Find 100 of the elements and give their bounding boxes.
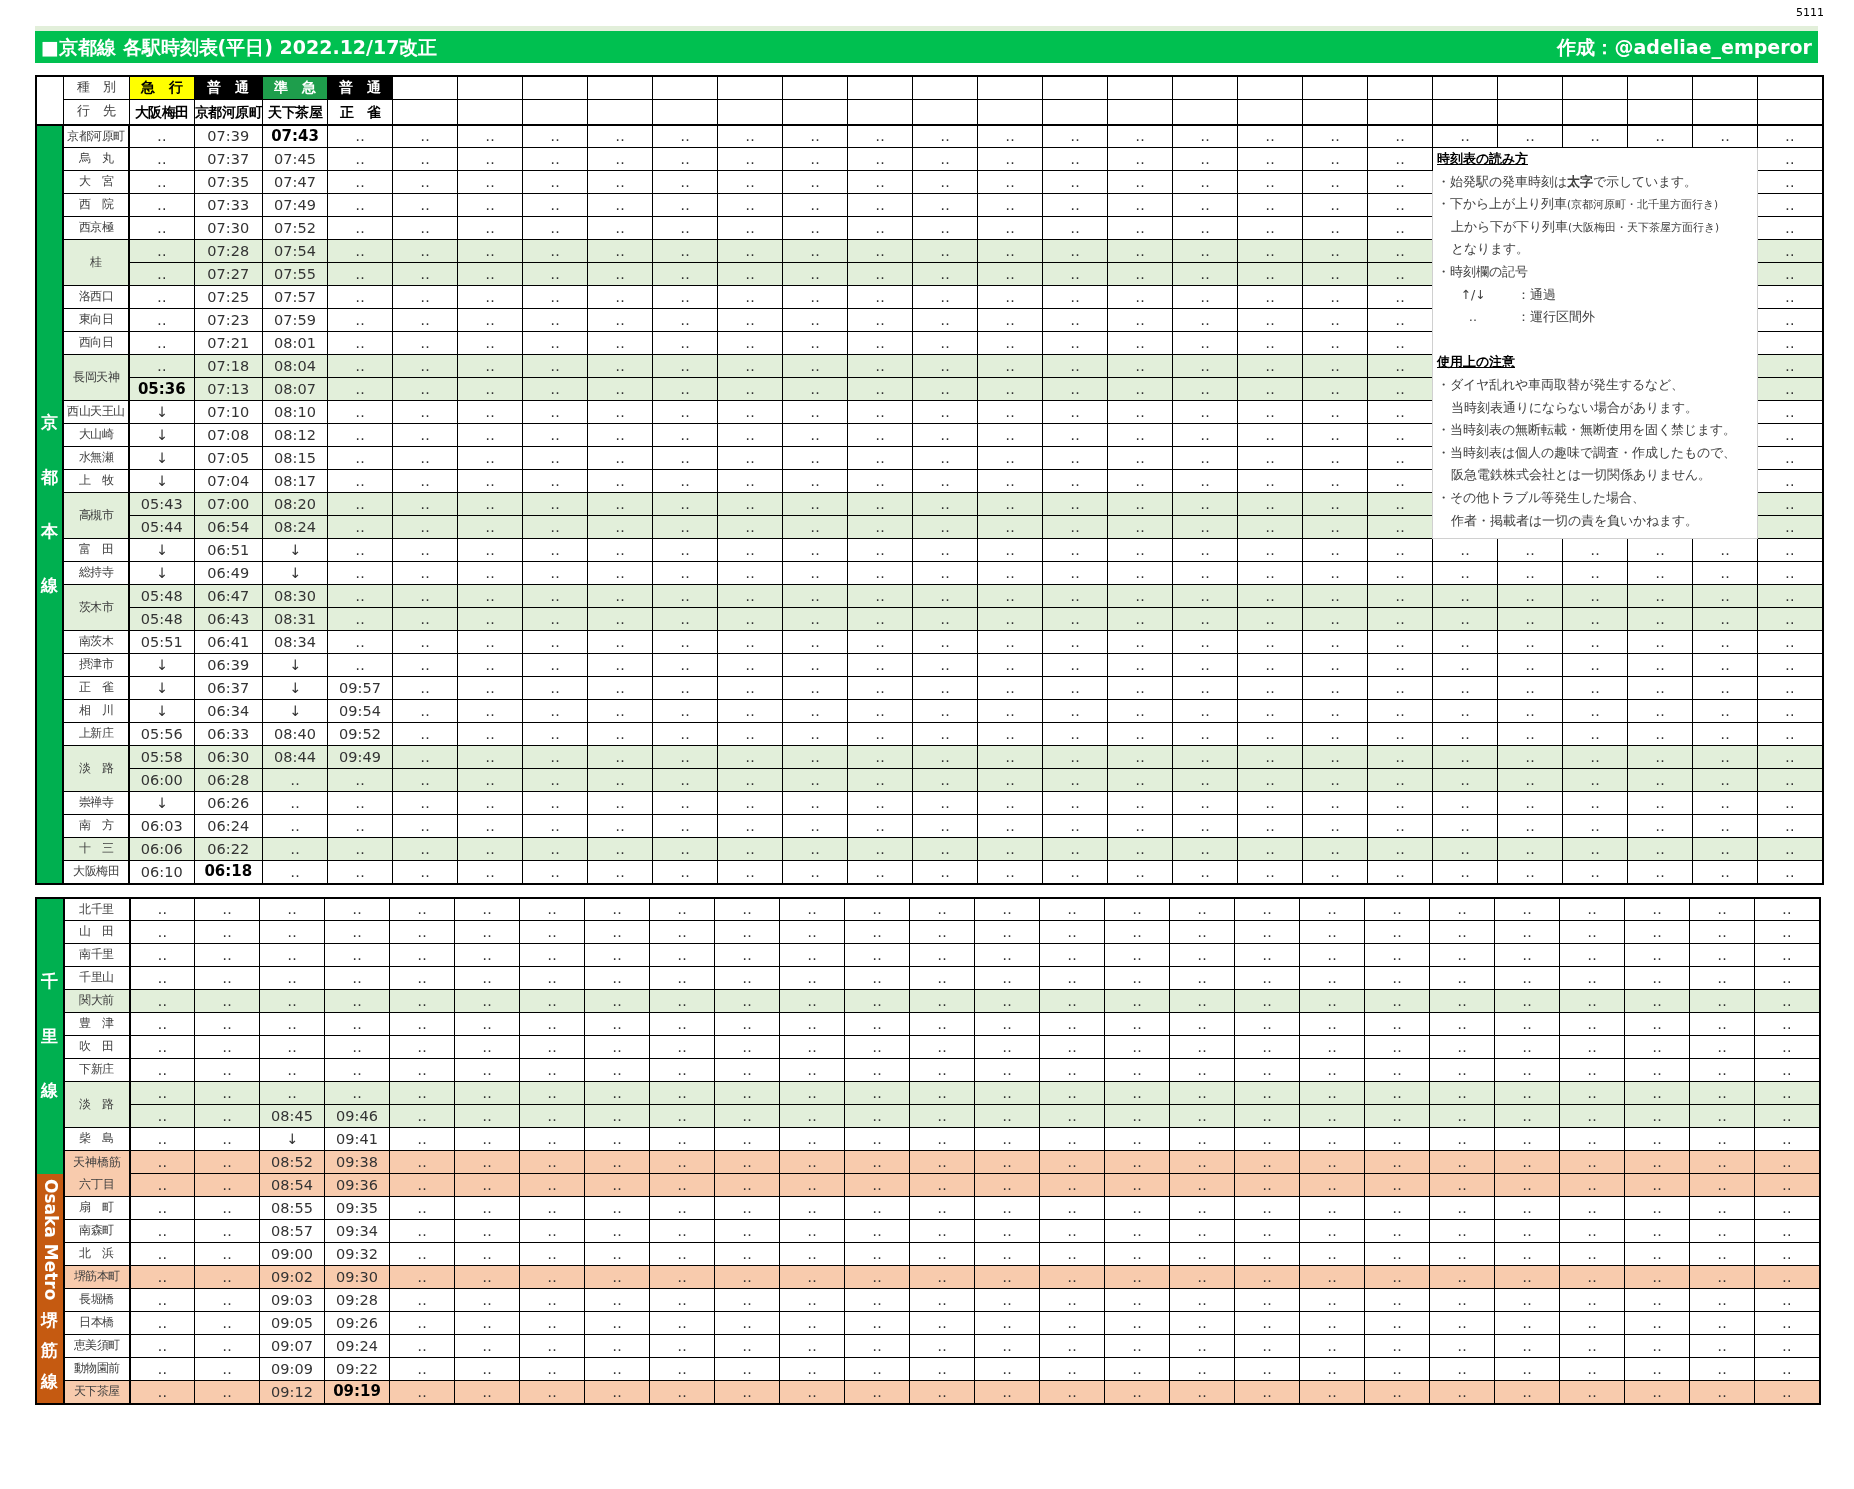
destination: 正 雀 xyxy=(339,103,381,120)
note-heading: 使用上の注意 xyxy=(1437,354,1515,370)
train-type: 普 通 xyxy=(194,76,263,99)
note-text: ・ダイヤ乱れや車両取替が発生するなど、 xyxy=(1437,376,1684,392)
station-name: 茨木市 xyxy=(78,599,114,614)
station-name: 総持寺 xyxy=(78,565,114,580)
note-text: 当時刻表通りにならない場合があります。 xyxy=(1451,399,1698,415)
line-label: Osaka Metro xyxy=(39,1179,62,1301)
legend-meaning: ：通過 xyxy=(1517,285,1556,304)
table-cell: ‥ xyxy=(1689,897,1755,921)
table-cell: ‥ xyxy=(389,897,455,921)
table-cell: ‥ xyxy=(1234,897,1300,921)
table-cell: ‥ xyxy=(1039,897,1105,921)
table-cell: ‥ xyxy=(1754,897,1820,921)
station-name: 北 浜 xyxy=(79,1246,114,1261)
station-name: 高槻市 xyxy=(78,507,114,522)
station-name: 千里山 xyxy=(79,970,114,985)
station-name: 洛西口 xyxy=(78,289,114,304)
station-name: 西 院 xyxy=(78,197,114,212)
note-text: 阪急電鉄株式会社とは一切関係ありません。 xyxy=(1451,467,1711,483)
legend-meaning: ：運行区間外 xyxy=(1517,308,1595,327)
station-name: 十 三 xyxy=(78,841,114,856)
station-name: 烏 丸 xyxy=(78,151,114,166)
station-name: 山 田 xyxy=(79,924,114,939)
station-name: 関大前 xyxy=(79,993,114,1008)
station-name: 桂 xyxy=(90,254,102,269)
table-cell: ‥ xyxy=(909,897,975,921)
table-cell: ‥ xyxy=(779,897,845,921)
station-name: 水無瀬 xyxy=(78,450,114,465)
table-cell: ‥ xyxy=(1559,897,1625,921)
table-cell: ‥ xyxy=(714,897,780,921)
table-cell: ‥ xyxy=(194,897,260,921)
destination: 京都河原町 xyxy=(194,103,262,120)
station-name: 大 宮 xyxy=(78,174,114,189)
table-cell: ‥ xyxy=(1169,897,1235,921)
line-label: 堺筋線 xyxy=(41,1308,59,1393)
station-name: 南森町 xyxy=(79,1223,114,1238)
station-name: 摂津市 xyxy=(78,657,114,672)
station-name: 富 田 xyxy=(78,542,114,557)
note-heading: 時刻表の読み方 xyxy=(1437,151,1528,166)
note-text: となります。 xyxy=(1451,241,1529,257)
station-name: 相 川 xyxy=(78,703,114,718)
table-cell: ‥ xyxy=(454,897,520,921)
station-name: 南千里 xyxy=(79,947,114,962)
station-name: 淡 路 xyxy=(79,1096,114,1111)
line-label: 千里線 xyxy=(41,970,59,1103)
destination: 大阪梅田 xyxy=(134,103,189,120)
table-cell: ‥ xyxy=(1299,897,1365,921)
train-type: 普 通 xyxy=(327,76,393,99)
station-name: 西向日 xyxy=(78,335,114,350)
author-credit: 作成：@adeliae_emperor xyxy=(1557,34,1812,61)
station-name: 大阪梅田 xyxy=(73,864,119,878)
note-text: ・当時刻表の無断転載・無断使用を固く禁じます。 xyxy=(1437,422,1736,438)
station-name: 崇禅寺 xyxy=(78,795,114,810)
table-cell: ‥ xyxy=(974,897,1040,921)
train-type: 急 行 xyxy=(129,76,194,99)
header-label: 行 先 xyxy=(76,103,116,119)
legend-symbol: ↑/↓ xyxy=(1459,285,1487,304)
header-label: 種 別 xyxy=(76,79,116,95)
station-name: 恵美須町 xyxy=(73,1338,120,1353)
table-cell: ‥ xyxy=(844,897,910,921)
station-name: 動物園前 xyxy=(73,1361,120,1376)
table-cell: ‥ xyxy=(584,897,650,921)
station-name: 上 牧 xyxy=(78,473,114,488)
station-name: 天下茶屋 xyxy=(73,1384,120,1398)
table-cell: ‥ xyxy=(649,897,715,921)
note-text: ・当時刻表は個人の趣味で調査・作成したもので、 xyxy=(1437,444,1736,460)
station-name: 北千里 xyxy=(79,901,114,916)
station-name: 淡 路 xyxy=(78,760,114,775)
page-number: 5111 xyxy=(1796,5,1824,21)
station-name: 豊 津 xyxy=(79,1016,114,1031)
table-cell: ‥ xyxy=(324,897,390,921)
station-name: 吹 田 xyxy=(79,1039,114,1054)
note-text: ・始発駅の発車時刻は太字で示しています。 xyxy=(1437,173,1697,189)
table-cell: ‥ xyxy=(519,897,585,921)
station-name: 天神橋筋 xyxy=(72,1156,121,1169)
table-cell: ‥ xyxy=(1429,897,1495,921)
station-name: 堺筋本町 xyxy=(73,1269,120,1284)
note-text: ・その他トラブル等発生した場合、 xyxy=(1437,489,1645,505)
station-name: 京都河原町 xyxy=(67,128,125,143)
note-text: 上から下が下り列車(大阪梅田・天下茶屋方面行き) xyxy=(1451,218,1720,234)
train-type: 準 急 xyxy=(262,76,328,99)
station-name: 長岡天神 xyxy=(73,369,119,384)
station-name: 下新庄 xyxy=(79,1062,114,1077)
note-text: ・下から上が上り列車(京都河原町・北千里方面行き) xyxy=(1437,196,1719,212)
station-name: 南 方 xyxy=(78,818,114,833)
station-name: 大山崎 xyxy=(78,427,114,442)
table-cell: ‥ xyxy=(259,897,325,921)
station-name: 日本橋 xyxy=(79,1315,114,1330)
station-name: 正 雀 xyxy=(78,680,114,695)
table-cell: ‥ xyxy=(129,897,195,921)
note-text: ・時刻欄の記号 xyxy=(1437,263,1528,279)
station-name: 南茨木 xyxy=(78,634,114,649)
table-cell: ‥ xyxy=(1364,897,1430,921)
station-name: 東向日 xyxy=(78,312,114,327)
station-name: 西山天王山 xyxy=(67,404,125,419)
station-name: 上新庄 xyxy=(78,726,114,741)
line-label: 京都本線 xyxy=(41,411,58,598)
destination: 天下茶屋 xyxy=(268,103,322,120)
station-name: 長堀橋 xyxy=(79,1292,114,1307)
